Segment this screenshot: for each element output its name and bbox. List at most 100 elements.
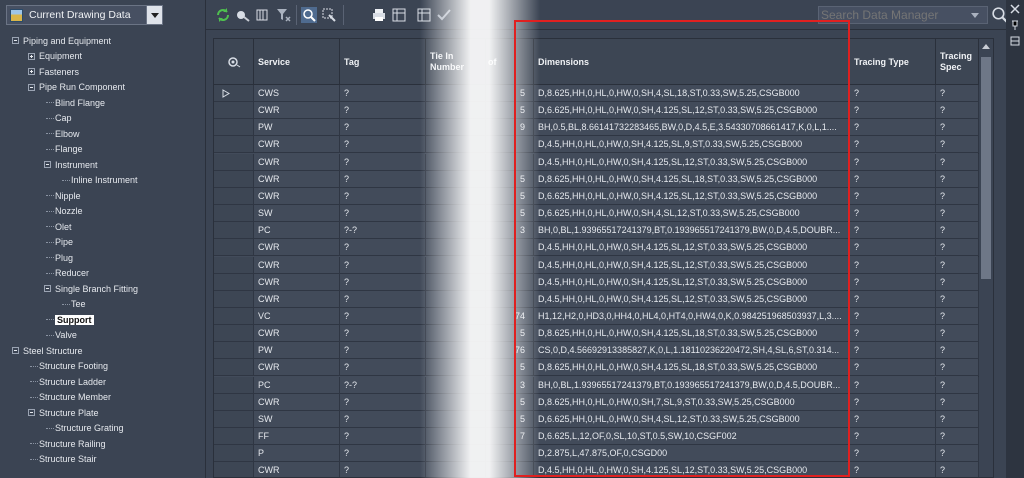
- cell-tag[interactable]: ?: [340, 462, 426, 477]
- cell-partial[interactable]: 5: [486, 102, 534, 120]
- scroll-thumb[interactable]: [981, 57, 991, 279]
- tree-item[interactable]: Nipple: [46, 188, 81, 203]
- column-header-tracing-type[interactable]: Tracing Type: [850, 39, 936, 85]
- cell-tie-in-number[interactable]: [426, 325, 486, 343]
- column-header-tie-in-number[interactable]: Tie In Number: [426, 39, 486, 85]
- close-icon[interactable]: [1010, 4, 1020, 14]
- cell-tracing-spec[interactable]: ?: [936, 170, 979, 188]
- collapse-icon[interactable]: [28, 83, 35, 91]
- paint-icon[interactable]: [235, 7, 251, 23]
- cell-tracing-type[interactable]: ?: [850, 136, 936, 154]
- tree-item[interactable]: Structure Ladder: [30, 374, 106, 389]
- cell-dimensions[interactable]: D,6.625,L,12,OF,0,SL,10,ST,0.5,SW,10,CSG…: [534, 428, 850, 445]
- chevron-down-icon[interactable]: [971, 12, 979, 18]
- cell-tie-in-number[interactable]: [426, 290, 486, 308]
- tree-item[interactable]: Nozzle: [46, 204, 83, 219]
- cell-partial[interactable]: 5: [486, 393, 534, 411]
- cell-tie-in-number[interactable]: [426, 153, 486, 171]
- row-selector[interactable]: [214, 102, 254, 120]
- cell-partial[interactable]: 7: [486, 428, 534, 445]
- cell-partial[interactable]: [486, 462, 534, 477]
- row-header-corner[interactable]: [214, 39, 254, 85]
- cell-partial[interactable]: [486, 256, 534, 274]
- cell-tag[interactable]: ?: [340, 393, 426, 411]
- cell-tag[interactable]: ?: [340, 136, 426, 154]
- cell-partial[interactable]: 3: [486, 376, 534, 394]
- zoom-icon[interactable]: [301, 7, 317, 23]
- row-selector[interactable]: [214, 85, 254, 102]
- row-selector[interactable]: [214, 342, 254, 360]
- cell-tie-in-number[interactable]: [426, 239, 486, 257]
- cell-service[interactable]: PW: [254, 119, 340, 137]
- cell-tracing-spec[interactable]: ?: [936, 153, 979, 171]
- row-selector[interactable]: [214, 393, 254, 411]
- cell-tie-in-number[interactable]: [426, 205, 486, 223]
- cell-tracing-type[interactable]: ?: [850, 187, 936, 205]
- cell-partial[interactable]: [486, 273, 534, 291]
- cell-service[interactable]: CWR: [254, 290, 340, 308]
- row-selector[interactable]: [214, 462, 254, 477]
- tree-item[interactable]: Flange: [46, 142, 83, 157]
- cell-tie-in-number[interactable]: [426, 222, 486, 240]
- cell-partial[interactable]: 5: [486, 170, 534, 188]
- cell-dimensions[interactable]: H1,12,H2,0,HD3,0,HH4,0,HL4,0,HT4,0,HW4,0…: [534, 307, 850, 325]
- cell-tracing-type[interactable]: ?: [850, 222, 936, 240]
- tree-item[interactable]: Structure Plate: [28, 405, 99, 420]
- cell-tracing-spec[interactable]: ?: [936, 462, 979, 477]
- cell-tie-in-number[interactable]: [426, 85, 486, 102]
- cell-tie-in-number[interactable]: [426, 170, 486, 188]
- cell-tracing-spec[interactable]: ?: [936, 85, 979, 102]
- refresh-icon[interactable]: [215, 7, 231, 23]
- cell-tag[interactable]: ?: [340, 307, 426, 325]
- collapse-icon[interactable]: [12, 347, 19, 354]
- cell-partial[interactable]: 5: [486, 187, 534, 205]
- collapse-icon[interactable]: [28, 409, 35, 416]
- cell-tracing-spec[interactable]: ?: [936, 445, 979, 463]
- filter-icon[interactable]: [275, 7, 291, 23]
- cell-dimensions[interactable]: D,4.5,HH,0,HL,0,HW,0,SH,4.125,SL,12,ST,0…: [534, 256, 850, 274]
- cell-tracing-spec[interactable]: ?: [936, 376, 979, 394]
- cell-dimensions[interactable]: BH,0,BL,1.93965517241379,BT,0.1939655172…: [534, 222, 850, 240]
- cell-tracing-type[interactable]: ?: [850, 410, 936, 428]
- vertical-scrollbar[interactable]: [978, 39, 993, 477]
- cell-tracing-type[interactable]: ?: [850, 428, 936, 445]
- cell-dimensions[interactable]: BH,0.5,BL,8.66141732283465,BW,0,D,4.5,E,…: [534, 119, 850, 137]
- cell-tag[interactable]: ?: [340, 170, 426, 188]
- cell-service[interactable]: P: [254, 445, 340, 463]
- cell-dimensions[interactable]: D,4.5,HH,0,HL,0,HW,0,SH,4.125,SL,12,ST,0…: [534, 239, 850, 257]
- collapse-icon[interactable]: [12, 37, 19, 44]
- cell-tie-in-number[interactable]: [426, 393, 486, 411]
- cell-tracing-spec[interactable]: ?: [936, 393, 979, 411]
- cell-dimensions[interactable]: D,6.625,HH,0,HL,0,HW,0,SH,4.125,SL,12,ST…: [534, 102, 850, 120]
- cell-dimensions[interactable]: D,6.625,HH,0,HL,0,HW,0,SH,4,SL,12,ST,0.3…: [534, 410, 850, 428]
- cell-tie-in-number[interactable]: [426, 273, 486, 291]
- tree-item[interactable]: Structure Footing: [30, 359, 108, 374]
- tree-item[interactable]: Pipe Run Component: [28, 80, 125, 95]
- row-selector[interactable]: [214, 170, 254, 188]
- cell-tie-in-number[interactable]: [426, 342, 486, 360]
- cell-dimensions[interactable]: D,4.5,HH,0,HL,0,HW,0,SH,4.125,SL,12,ST,0…: [534, 290, 850, 308]
- collapse-icon[interactable]: [44, 285, 51, 292]
- row-selector[interactable]: [214, 290, 254, 308]
- cell-dimensions[interactable]: D,8.625,HH,0,HL,0,HW,0,SH,4,SL,18,ST,0.3…: [534, 85, 850, 102]
- cell-service[interactable]: CWR: [254, 153, 340, 171]
- tree-item[interactable]: Valve: [46, 328, 77, 343]
- column-header-partial[interactable]: of: [486, 39, 534, 85]
- cell-tracing-type[interactable]: ?: [850, 290, 936, 308]
- cell-tie-in-number[interactable]: [426, 359, 486, 377]
- row-selector[interactable]: [214, 239, 254, 257]
- check-icon[interactable]: [436, 7, 452, 23]
- cell-tracing-spec[interactable]: ?: [936, 273, 979, 291]
- cell-dimensions[interactable]: D,2.875,L,47.875,OF,0,CSGD00: [534, 445, 850, 463]
- cell-tracing-spec[interactable]: ?: [936, 325, 979, 343]
- column-header-service[interactable]: Service: [254, 39, 340, 85]
- cell-tracing-type[interactable]: ?: [850, 393, 936, 411]
- cell-partial[interactable]: [486, 290, 534, 308]
- cell-tracing-type[interactable]: ?: [850, 85, 936, 102]
- search-data-manager[interactable]: [818, 6, 988, 24]
- cell-tag[interactable]: ?: [340, 102, 426, 120]
- cell-partial[interactable]: 3: [486, 222, 534, 240]
- column-header-dimensions[interactable]: Dimensions: [534, 39, 850, 85]
- cell-partial[interactable]: [486, 153, 534, 171]
- cell-service[interactable]: CWS: [254, 85, 340, 102]
